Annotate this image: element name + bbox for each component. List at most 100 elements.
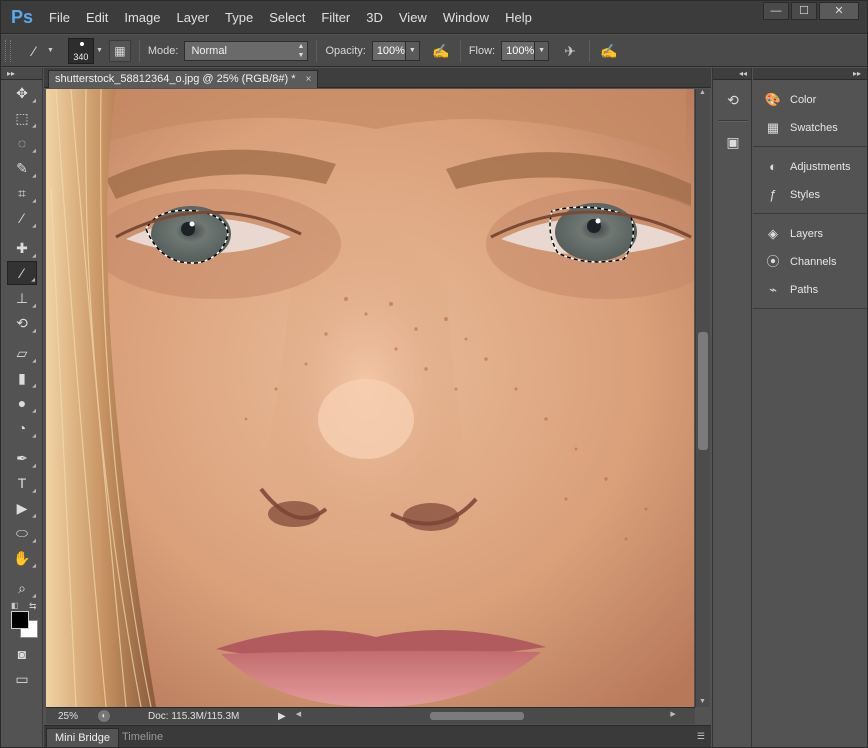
options-grip[interactable]	[5, 39, 11, 62]
menu-window[interactable]: Window	[435, 1, 497, 34]
crop-icon: ⌗	[18, 184, 26, 201]
panel-swatches[interactable]: ▦ Swatches	[753, 114, 867, 142]
history-brush-tool[interactable]: ⟲ ◢	[7, 311, 37, 335]
healing-brush-tool[interactable]: ✚ ◢	[7, 236, 37, 260]
path-selection-icon: ▶	[16, 499, 28, 516]
zoom-level[interactable]: 25%	[46, 711, 94, 722]
zoom-tool[interactable]: ⌕ ◢	[7, 576, 37, 600]
status-menu-arrow-icon[interactable]: ▶	[278, 711, 286, 722]
opacity-input[interactable]: 100%	[371, 40, 406, 61]
status-info-icon[interactable]: ◐	[98, 710, 110, 722]
marquee-icon: ⬚	[15, 109, 29, 126]
panel-adjustments[interactable]: ◐ Adjustments	[753, 153, 867, 181]
mode-value: Normal	[191, 44, 227, 57]
gradient-tool[interactable]: ▮ ◢	[7, 366, 37, 390]
vertical-scrollbar[interactable]: ▲ ▼	[695, 89, 710, 707]
eyedropper-tool[interactable]: ⁄ ◢	[7, 206, 37, 230]
mode-select[interactable]: Normal ▲ ▼	[184, 40, 309, 61]
tool-flyout-icon: ◢	[32, 148, 36, 154]
marquee-tool[interactable]: ⬚ ◢	[7, 106, 37, 130]
hand-icon: ✋	[13, 549, 31, 566]
tab-timeline[interactable]: Timeline	[114, 728, 171, 747]
pressure-opacity-icon[interactable]: ✍	[430, 40, 452, 62]
quick-selection-tool[interactable]: ✎ ◢	[7, 156, 37, 180]
tool-flyout-icon: ◢	[32, 563, 36, 569]
scroll-left-icon[interactable]: ◀	[296, 710, 301, 718]
minimize-button[interactable]: —	[763, 2, 789, 20]
default-colors-icon[interactable]: ◧	[11, 601, 19, 610]
maximize-button[interactable]: ☐	[791, 2, 817, 20]
panel-layers[interactable]: ◈ Layers	[753, 220, 867, 248]
screen-mode-button[interactable]: ▭	[7, 667, 37, 691]
menu-edit[interactable]: Edit	[78, 1, 116, 34]
blur-tool[interactable]: ● ◢	[7, 391, 37, 415]
flow-slider-button[interactable]: ▼	[535, 40, 550, 61]
scroll-right-icon[interactable]: ▶	[670, 710, 675, 718]
panel-channels[interactable]: ⦿ Channels	[753, 248, 867, 276]
panel-menu-icon[interactable]: ☰	[697, 731, 705, 742]
menu-help[interactable]: Help	[497, 1, 540, 34]
airbrush-icon[interactable]: ✈	[559, 40, 581, 62]
properties-icon[interactable]: ▣	[720, 130, 746, 154]
clone-stamp-tool[interactable]: ⊥ ◢	[7, 286, 37, 310]
brush-preset-picker[interactable]: 340	[67, 37, 94, 64]
menu-type[interactable]: Type	[217, 1, 261, 34]
eraser-tool[interactable]: ▱ ◢	[7, 341, 37, 365]
collapse-arrows-icon[interactable]: ◂◂	[713, 68, 751, 80]
panel-color[interactable]: 🎨 Color	[753, 86, 867, 114]
bottom-panel: Mini Bridge Timeline ☰	[44, 725, 711, 747]
scroll-down-icon[interactable]: ▼	[699, 698, 706, 705]
horizontal-scrollbar[interactable]: ◀ ▶	[296, 710, 676, 722]
flow-input[interactable]: 100%	[501, 40, 536, 61]
panel-paths[interactable]: ⌁ Paths	[753, 276, 867, 304]
pen-tool[interactable]: ✒ ◢	[7, 446, 37, 470]
panel-styles[interactable]: ƒ Styles	[753, 181, 867, 209]
menu-select[interactable]: Select	[261, 1, 313, 34]
crop-tool[interactable]: ⌗ ◢	[7, 181, 37, 205]
brush-tool[interactable]: ⁄ ◢	[7, 261, 37, 285]
foreground-color[interactable]	[11, 611, 29, 629]
quick-mask-button[interactable]: ◙	[7, 642, 37, 666]
swap-colors-icon[interactable]: ⇆	[29, 601, 37, 612]
paths-icon: ⌁	[769, 282, 777, 297]
tool-flyout-icon: ◢	[32, 488, 36, 494]
type-tool[interactable]: T ◢	[7, 471, 37, 495]
close-button[interactable]: ✕	[819, 2, 859, 20]
clone-stamp-icon: ⊥	[15, 289, 29, 306]
scroll-up-icon[interactable]: ▲	[699, 89, 706, 96]
expand-arrows-icon[interactable]: ▸▸	[753, 68, 867, 80]
menu-file[interactable]: File	[41, 1, 78, 34]
image-canvas[interactable]	[46, 89, 694, 707]
tool-flyout-icon: ◢	[32, 303, 36, 309]
move-tool[interactable]: ✥ ◢	[7, 81, 37, 105]
close-tab-icon[interactable]: ×	[305, 71, 311, 88]
menu-image[interactable]: Image	[116, 1, 168, 34]
hand-tool[interactable]: ✋ ◢	[7, 546, 37, 570]
vertical-scroll-thumb[interactable]	[698, 332, 708, 450]
panel-icon-dock: ◂◂ ⟲ ▣	[712, 68, 752, 747]
tools-list: ✥ ◢ ⬚ ◢ ◌ ◢ ✎ ◢ ⌗ ◢ ⁄ ◢ ✚ ◢ ⁄ ◢ ⊥ ◢ ⟲ ◢ ▱ ◢ ▮ ◢ ● ◢ ◔ ◢ ✒ ◢ T ◢ ▶ ◢ ⬭ ◢ ✋ ◢ ⌕ ◢	[1, 81, 42, 600]
ellipse-tool[interactable]: ⬭ ◢	[7, 521, 37, 545]
menu-view[interactable]: View	[391, 1, 435, 34]
history-icon[interactable]: ⟲	[720, 88, 746, 112]
pressure-size-icon[interactable]: ✍	[598, 40, 620, 62]
menu-layer[interactable]: Layer	[169, 1, 218, 34]
dodge-tool[interactable]: ◔ ◢	[7, 416, 37, 440]
collapse-arrows-icon[interactable]: ▸▸	[1, 68, 42, 80]
path-selection-tool[interactable]: ▶ ◢	[7, 496, 37, 520]
panel-group-color: 🎨 Color ▦ Swatches	[753, 80, 867, 147]
document-tab[interactable]: shutterstock_58812364_o.jpg @ 25% (RGB/8…	[48, 70, 319, 88]
horizontal-scroll-thumb[interactable]	[429, 712, 524, 720]
tool-preset-picker[interactable]: ⁄ ▼	[23, 40, 54, 62]
tool-flyout-icon: ◢	[32, 98, 36, 104]
menu-filter[interactable]: Filter	[313, 1, 358, 34]
menu-3d[interactable]: 3D	[358, 1, 391, 34]
tab-mini-bridge[interactable]: Mini Bridge	[46, 728, 120, 747]
brush-panel-toggle-button[interactable]: ▦	[108, 39, 131, 62]
document-title: shutterstock_58812364_o.jpg @ 25% (RGB/8…	[55, 73, 296, 85]
lasso-tool[interactable]: ◌ ◢	[7, 131, 37, 155]
chevron-down-icon[interactable]: ▼	[96, 47, 103, 54]
tool-flyout-icon: ◢	[32, 513, 36, 519]
opacity-slider-button[interactable]: ▼	[405, 40, 420, 61]
panel-group-adjustments: ◐ Adjustments ƒ Styles	[753, 147, 867, 214]
